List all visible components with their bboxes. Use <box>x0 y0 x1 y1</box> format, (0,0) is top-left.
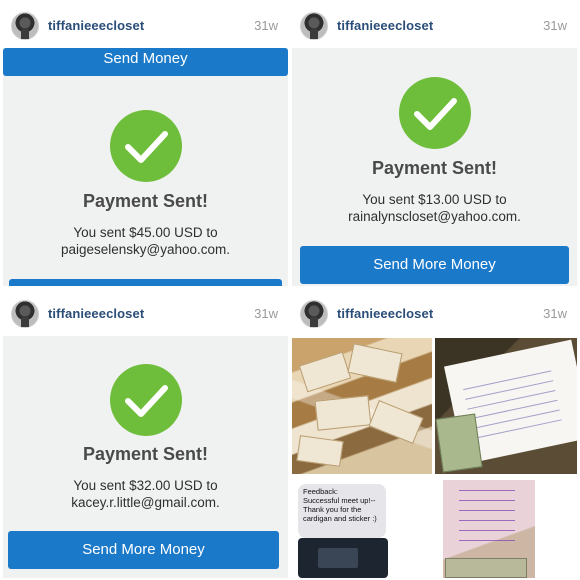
send-money-button[interactable]: Send Money <box>3 48 288 76</box>
checkmark-icon <box>109 364 182 436</box>
chat-line: Feedback: <box>303 487 339 496</box>
payment-amount-text: You sent $45.00 USD to <box>73 225 218 240</box>
avatar[interactable] <box>11 12 39 40</box>
payment-sent-title: Payment Sent! <box>371 158 498 178</box>
checkmark-icon <box>109 110 182 182</box>
chat-line: cardigan and sticker :) <box>303 514 377 523</box>
post-age: 31w <box>543 18 567 33</box>
chat-line: Successful meet up!-- <box>303 496 376 505</box>
envelopes-photo <box>292 338 432 474</box>
chat-bubble: Feedback: Successful meet up!-- Thank yo… <box>298 484 386 538</box>
letter-with-cash-photo <box>435 338 577 474</box>
chat-image <box>298 538 388 578</box>
post-header: tiffanieeecloset 31w <box>3 4 288 48</box>
post-age: 31w <box>543 306 567 321</box>
payment-recipient-text: rainalynscloset@yahoo.com. <box>348 209 521 224</box>
payment-sent-title: Payment Sent! <box>82 191 209 211</box>
post-panel-3: Payment Sent! You sent $32.00 USD to kac… <box>3 292 288 578</box>
payment-amount-text: You sent $32.00 USD to <box>73 478 218 493</box>
username-link[interactable]: tiffanieeecloset <box>337 18 433 33</box>
post-panel-1: Send Money Payment Sent! You sent $45.00… <box>3 4 288 286</box>
post-panel-4: tiffanieeecloset 31w Feedback: Successfu… <box>292 292 577 578</box>
username-link[interactable]: tiffanieeecloset <box>337 306 433 321</box>
payment-confirmation: Payment Sent! You sent $13.00 USD to rai… <box>292 48 577 286</box>
post-header: tiffanieeecloset 31w <box>3 292 288 336</box>
payment-recipient-text: kacey.r.little@gmail.com. <box>71 495 220 510</box>
post-header: tiffanieeecloset 31w <box>292 4 577 48</box>
payment-recipient-text: paigeselensky@yahoo.com. <box>60 242 231 257</box>
post-age: 31w <box>254 306 278 321</box>
send-more-money-button[interactable]: Send More Money <box>8 531 279 569</box>
username-link[interactable]: tiffanieeecloset <box>48 18 144 33</box>
payment-sent-title: Payment Sent! <box>82 444 209 464</box>
payment-confirmation: Send Money Payment Sent! You sent $45.00… <box>3 48 288 286</box>
send-more-money-button[interactable]: Send More Money <box>300 246 569 284</box>
chat-line: Thank you for the <box>303 505 362 514</box>
handwritten-note-photo <box>435 478 577 578</box>
payment-confirmation: Payment Sent! You sent $32.00 USD to kac… <box>3 336 288 578</box>
post-header: tiffanieeecloset 31w <box>292 292 577 332</box>
username-link[interactable]: tiffanieeecloset <box>48 306 144 321</box>
send-more-money-button[interactable] <box>9 279 282 286</box>
payment-amount-text: You sent $13.00 USD to <box>362 192 507 207</box>
chat-feedback-screenshot: Feedback: Successful meet up!-- Thank yo… <box>292 478 432 578</box>
post-age: 31w <box>254 18 278 33</box>
avatar[interactable] <box>300 12 328 40</box>
avatar[interactable] <box>11 300 39 328</box>
avatar[interactable] <box>300 300 328 328</box>
checkmark-icon <box>398 77 471 149</box>
post-panel-2: Payment Sent! You sent $13.00 USD to rai… <box>292 4 577 286</box>
